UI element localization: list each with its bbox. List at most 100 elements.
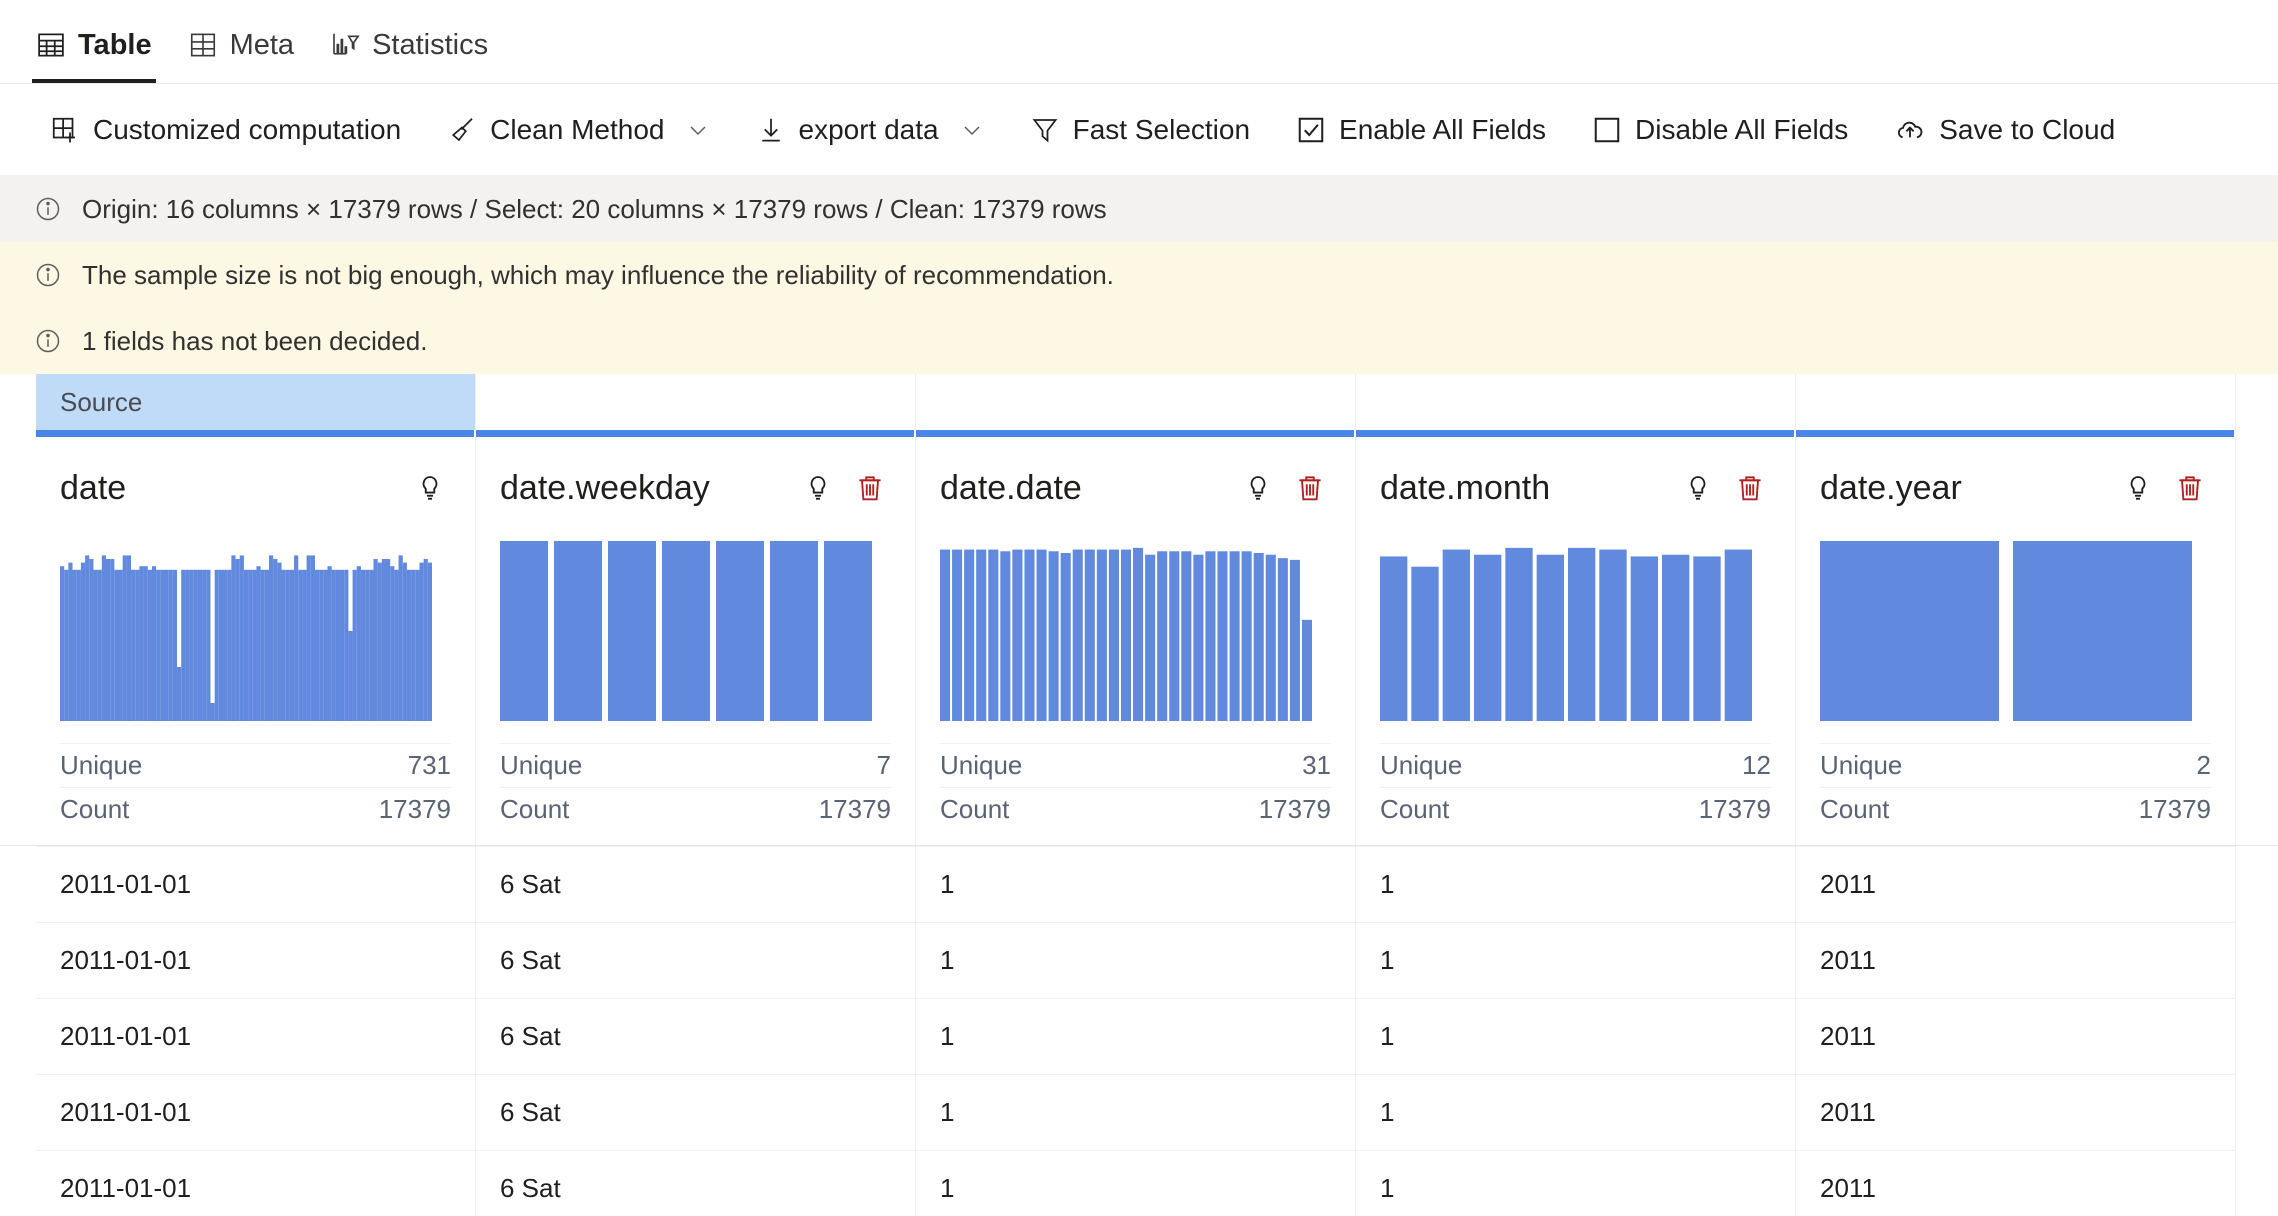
stat-count: Count17379 xyxy=(1820,787,2211,831)
field-summary-date: date Unique731 Count 17379 xyxy=(36,437,476,845)
table-row[interactable]: 2011-01-016 Sat112011 xyxy=(0,1074,2278,1150)
stat-unique-label: Unique xyxy=(1380,750,1462,781)
table-cell: 1 xyxy=(916,922,1356,998)
cell-value: 2011 xyxy=(1820,1021,1876,1052)
table-cell: 1 xyxy=(1356,1150,1796,1216)
table-cell: 2011-01-01 xyxy=(36,846,476,922)
table-cell: 1 xyxy=(1356,846,1796,922)
undecided-fields-warning: 1 fields has not been decided. xyxy=(0,308,2278,374)
delete-icon[interactable] xyxy=(1735,473,1765,503)
lightbulb-icon[interactable] xyxy=(415,473,445,503)
stat-unique: Unique731 xyxy=(60,743,451,787)
column-accent-bar xyxy=(0,430,2278,437)
field-stats: Unique731 Count 17379 xyxy=(60,743,451,831)
cloud-upload-icon xyxy=(1894,114,1926,146)
cell-value: 6 Sat xyxy=(500,1021,561,1052)
stat-unique-value: 12 xyxy=(1742,750,1771,781)
customized-computation-label: Customized computation xyxy=(93,114,401,146)
delete-icon[interactable] xyxy=(855,473,885,503)
field-header: date xyxy=(60,459,451,517)
column-accent-segment-1 xyxy=(476,430,914,437)
table-row[interactable]: 2011-01-016 Sat112011 xyxy=(0,1150,2278,1216)
column-accent-segment-4 xyxy=(1796,430,2234,437)
info-icon xyxy=(34,195,62,223)
lightbulb-icon[interactable] xyxy=(803,473,833,503)
stat-count-label: Count xyxy=(60,794,129,825)
cell-value: 2011-01-01 xyxy=(60,945,191,976)
table-cell: 1 xyxy=(916,1074,1356,1150)
toolbar: Customized computation Clean Method expo… xyxy=(0,84,2278,176)
table-cell: 2011 xyxy=(1796,846,2236,922)
field-actions xyxy=(1243,473,1331,503)
stat-unique: Unique 12 xyxy=(1380,743,1771,787)
info-icon xyxy=(34,327,62,355)
source-cell-4[interactable] xyxy=(1796,374,2236,430)
download-icon xyxy=(756,115,786,145)
stat-count-value: 17379 xyxy=(819,794,891,825)
tab-statistics-label: Statistics xyxy=(372,29,488,62)
stat-unique: Unique2 xyxy=(1820,743,2211,787)
info-icon xyxy=(34,261,62,289)
cell-value: 6 Sat xyxy=(500,869,561,900)
undecided-fields-text: 1 fields has not been decided. xyxy=(82,326,427,357)
cell-value: 1 xyxy=(1380,1021,1394,1052)
tab-meta[interactable]: Meta xyxy=(170,7,312,83)
tab-meta-label: Meta xyxy=(230,29,294,62)
cell-value: 2011 xyxy=(1820,1097,1876,1128)
cell-value: 1 xyxy=(1380,945,1394,976)
field-stats: Unique7 Count 17379 xyxy=(500,743,891,831)
field-summary-date.date: date.dateUnique31Count17379 xyxy=(916,437,1356,845)
table-cell: 2011-01-01 xyxy=(36,1074,476,1150)
field-actions xyxy=(2123,473,2211,503)
cell-value: 2011 xyxy=(1820,869,1876,900)
stat-unique-label: Unique xyxy=(60,750,142,781)
field-distribution-chart xyxy=(500,541,891,721)
field-actions xyxy=(415,473,451,503)
table-row[interactable]: 2011-01-016 Sat112011 xyxy=(0,922,2278,998)
tab-statistics[interactable]: Statistics xyxy=(312,7,506,83)
table-cell: 6 Sat xyxy=(476,1074,916,1150)
field-stats: Unique2Count17379 xyxy=(1820,743,2211,831)
clean-method-button[interactable]: Clean Method xyxy=(431,99,725,161)
cell-value: 1 xyxy=(1380,869,1394,900)
enable-all-fields-checkbox[interactable]: Enable All Fields xyxy=(1280,99,1562,161)
table-row[interactable]: 2011-01-016 Sat112011 xyxy=(0,846,2278,922)
lightbulb-icon[interactable] xyxy=(1243,473,1273,503)
field-name: date.month xyxy=(1380,469,1550,508)
source-cell-1[interactable] xyxy=(476,374,916,430)
source-cell-0[interactable]: Source xyxy=(36,374,476,430)
stat-unique: Unique7 xyxy=(500,743,891,787)
stat-count-value: 17379 xyxy=(2139,794,2211,825)
cell-value: 2011-01-01 xyxy=(60,1097,191,1128)
customized-computation-button[interactable]: Customized computation xyxy=(34,99,417,161)
save-to-cloud-button[interactable]: Save to Cloud xyxy=(1878,99,2131,161)
source-cell-2[interactable] xyxy=(916,374,1356,430)
tab-table[interactable]: Table xyxy=(18,7,170,83)
delete-icon[interactable] xyxy=(1295,473,1325,503)
table-row[interactable]: 2011-01-016 Sat112011 xyxy=(0,998,2278,1074)
export-data-button[interactable]: export data xyxy=(740,99,1000,161)
field-header: date.year xyxy=(1820,459,2211,517)
stat-count-value: 17379 xyxy=(379,794,451,825)
cell-value: 2011-01-01 xyxy=(60,869,191,900)
delete-icon[interactable] xyxy=(2175,473,2205,503)
lightbulb-icon[interactable] xyxy=(2123,473,2153,503)
chevron-down-icon xyxy=(960,118,984,142)
table-cell: 2011 xyxy=(1796,1074,2236,1150)
field-summary-date.month: date.monthUnique12Count17379 xyxy=(1356,437,1796,845)
lightbulb-icon[interactable] xyxy=(1683,473,1713,503)
stat-unique-value: 2 xyxy=(2197,750,2211,781)
field-summary-date.weekday: date.weekday Unique7 Count 17379 xyxy=(476,437,916,845)
source-cell-3[interactable] xyxy=(1356,374,1796,430)
disable-all-fields-checkbox[interactable]: Disable All Fields xyxy=(1576,99,1864,161)
fast-selection-button[interactable]: Fast Selection xyxy=(1014,99,1266,161)
stat-count-label: Count xyxy=(500,794,569,825)
field-header: date.date xyxy=(940,459,1331,517)
field-actions xyxy=(1683,473,1771,503)
field-stats: Unique31Count17379 xyxy=(940,743,1331,831)
field-header: date.weekday xyxy=(500,459,891,517)
stat-count-label: Count xyxy=(940,794,1009,825)
cell-value: 6 Sat xyxy=(500,1173,561,1204)
stat-unique-value: 31 xyxy=(1302,750,1331,781)
stat-count-value: 17379 xyxy=(1699,794,1771,825)
